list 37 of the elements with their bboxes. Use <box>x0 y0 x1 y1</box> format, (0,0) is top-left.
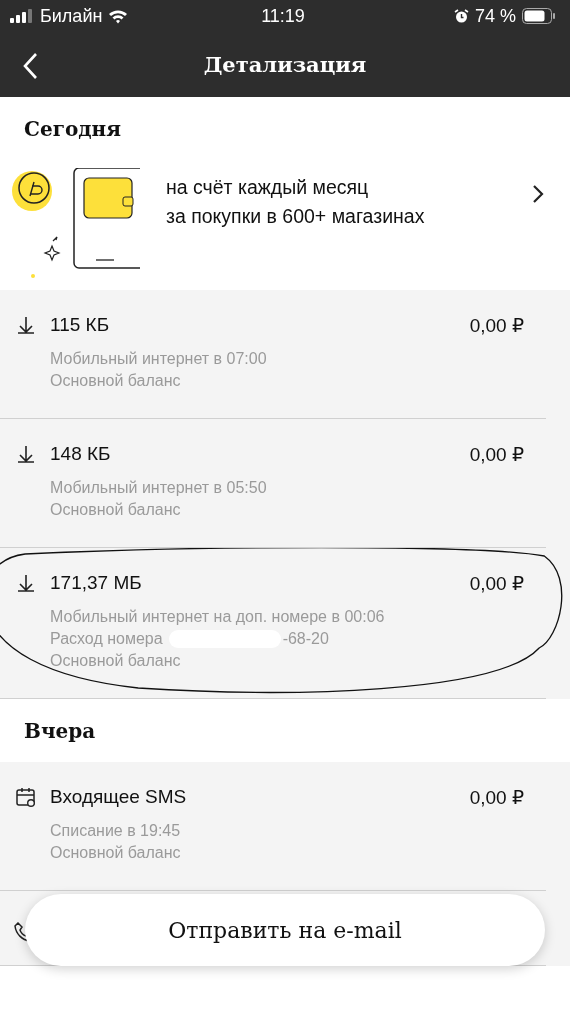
item-title: 148 КБ <box>50 443 111 465</box>
page-title: Детализация <box>203 52 367 77</box>
download-icon <box>16 574 36 592</box>
item-detail: Основной баланс <box>50 843 181 863</box>
alarm-icon <box>453 8 469 24</box>
chevron-icon <box>532 184 544 204</box>
download-icon <box>16 316 36 334</box>
banner-text: за покупки в 600+ магазинах <box>166 205 425 228</box>
item-detail: Основной баланс <box>50 651 181 671</box>
item-detail: Основной баланс <box>50 500 181 520</box>
banner-text: на счёт каждый месяц <box>166 176 370 199</box>
item-title: Входящее SMS <box>50 786 187 808</box>
carrier-name: Билайн <box>40 5 103 27</box>
item-detail: Расход номера <box>50 629 163 649</box>
battery-percent: 74 % <box>474 5 516 27</box>
calendar-icon <box>16 787 36 807</box>
signal-icon <box>10 9 34 23</box>
item-amount: 0,00 ₽ <box>469 313 524 337</box>
item-detail: Основной баланс <box>50 371 181 391</box>
download-icon <box>16 445 36 463</box>
item-detail: -68-20 <box>282 629 329 649</box>
item-detail: Мобильный интернет в 07:00 <box>50 349 267 369</box>
item-amount: 0,00 ₽ <box>469 785 524 809</box>
item-detail: Мобильный интернет на доп. номере в 00:06 <box>50 607 385 627</box>
promo-banner[interactable]: на счёт каждый месяц за покупки в 600+ магазинах <box>0 160 570 290</box>
item-detail: Мобильный интернет в 05:50 <box>50 478 267 498</box>
item-amount: 0,00 ₽ <box>469 571 524 595</box>
item-title: 115 КБ <box>50 314 110 336</box>
clock-time: 11:19 <box>261 5 305 27</box>
wifi-icon <box>108 8 129 24</box>
item-amount: 0,00 ₽ <box>469 442 524 466</box>
section-heading: Сегодня <box>24 116 121 141</box>
battery-icon <box>522 8 556 24</box>
item-detail: Списание в 19:45 <box>50 821 181 841</box>
item-title: 171,37 МБ <box>50 572 142 594</box>
section-heading: Вчера <box>24 718 96 743</box>
send-email-button[interactable]: Отправить на e-mail <box>25 894 545 966</box>
